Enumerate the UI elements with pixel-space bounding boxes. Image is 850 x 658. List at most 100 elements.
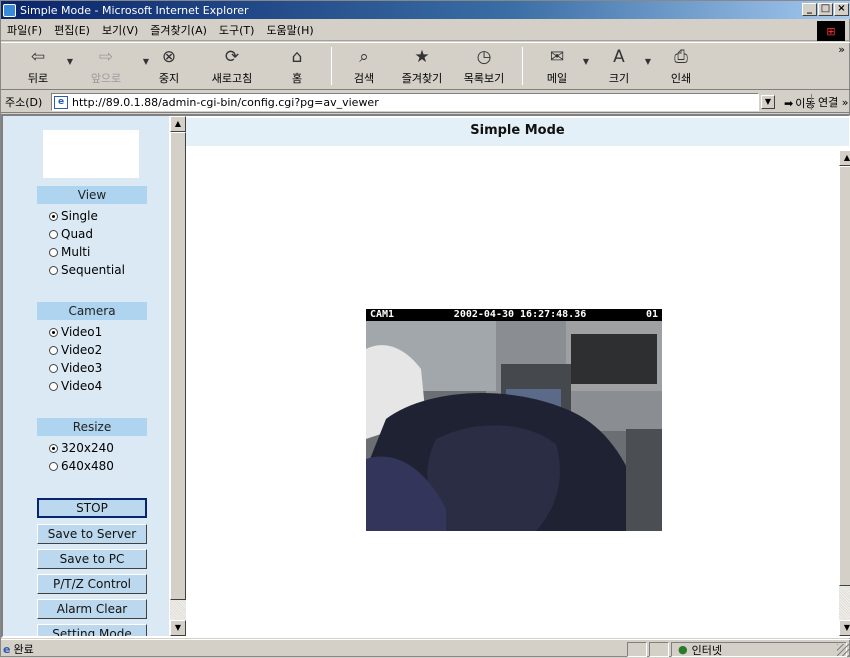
camera-video3-radio[interactable]: Video3 xyxy=(49,361,102,375)
camera-video[interactable]: CAM1 2002-04-30 16:27:48.36 01 xyxy=(366,309,662,531)
menu-edit[interactable]: 편집(E) xyxy=(54,22,90,38)
view-multi-radio[interactable]: Multi xyxy=(49,245,90,259)
scroll-thumb[interactable] xyxy=(839,166,850,586)
left-frame-scrollbar[interactable]: ▲ ▼ xyxy=(169,116,186,636)
forward-button[interactable]: ⇨ 앞으로 ▼ xyxy=(75,43,149,89)
resize-320-radio[interactable]: 320x240 xyxy=(49,441,114,455)
mail-button[interactable]: ✉ 메일 ▼ xyxy=(537,43,589,89)
go-arrow-icon: ➡ xyxy=(784,96,794,110)
menu-tools[interactable]: 도구(T) xyxy=(219,22,255,38)
video-overlay: CAM1 2002-04-30 16:27:48.36 01 xyxy=(366,309,662,321)
scroll-up-icon[interactable]: ▲ xyxy=(839,150,850,166)
home-icon: ⌂ xyxy=(291,47,303,67)
links-button[interactable]: 연결 » xyxy=(811,94,848,110)
address-input[interactable]: e http://89.0.1.88/admin-cgi-bin/config.… xyxy=(51,93,759,111)
radio-icon xyxy=(49,247,58,257)
video-frame-image xyxy=(366,309,662,531)
radio-selected-icon xyxy=(49,211,58,221)
resize-640-radio[interactable]: 640x480 xyxy=(49,459,114,473)
control-panel: View Single Quad Multi Sequential Camera… xyxy=(3,116,169,636)
back-dropdown-icon[interactable]: ▼ xyxy=(67,57,73,66)
window-title: Simple Mode - Microsoft Internet Explore… xyxy=(20,3,249,17)
favorites-icon: ★ xyxy=(414,47,430,67)
page-title: Simple Mode xyxy=(186,118,849,146)
radio-icon xyxy=(49,345,58,355)
title-bar[interactable]: Simple Mode - Microsoft Internet Explore… xyxy=(1,1,850,19)
radio-icon xyxy=(49,363,58,373)
radio-icon xyxy=(49,229,58,239)
video-timestamp: 2002-04-30 16:27:48.36 xyxy=(453,309,587,320)
home-button[interactable]: ⌂ 홈 xyxy=(277,43,317,89)
refresh-button[interactable]: ⟳ 새로고침 xyxy=(201,43,263,89)
page-icon: e xyxy=(54,95,68,109)
scroll-thumb[interactable] xyxy=(170,132,186,600)
size-dropdown-icon[interactable]: ▼ xyxy=(645,57,651,66)
scroll-track[interactable] xyxy=(170,600,186,620)
stop-icon: ⊗ xyxy=(161,47,177,67)
camera-video1-radio[interactable]: Video1 xyxy=(49,325,102,339)
address-bar: 주소(D) e http://89.0.1.88/admin-cgi-bin/c… xyxy=(1,91,850,113)
maximize-button[interactable]: □ xyxy=(818,3,833,16)
menu-view[interactable]: 보기(V) xyxy=(102,22,138,38)
page-content: View Single Quad Multi Sequential Camera… xyxy=(1,114,850,638)
refresh-icon: ⟳ xyxy=(224,47,240,67)
channel-number: 01 xyxy=(645,309,658,320)
toolbar-separator xyxy=(331,47,332,85)
viewer-frame: Simple Mode CAM1 2002-04-30 16:27:48.36 … xyxy=(186,116,850,636)
right-frame-scrollbar[interactable]: ▲ ▼ xyxy=(839,150,850,636)
back-arrow-icon: ⇦ xyxy=(30,47,46,67)
scroll-down-icon[interactable]: ▼ xyxy=(839,620,850,636)
menu-help[interactable]: 도움말(H) xyxy=(266,22,313,38)
minimize-button[interactable]: _ xyxy=(802,3,817,16)
windows-logo-icon: ⊞ xyxy=(817,21,845,41)
view-sequential-radio[interactable]: Sequential xyxy=(49,263,125,277)
scroll-track[interactable] xyxy=(839,586,850,620)
camera-label: CAM1 xyxy=(370,309,395,320)
back-button[interactable]: ⇦ 뒤로 ▼ xyxy=(15,43,73,89)
status-pane xyxy=(649,642,669,657)
radio-selected-icon xyxy=(49,327,58,337)
save-to-pc-button[interactable]: Save to PC xyxy=(37,549,147,569)
scroll-up-icon[interactable]: ▲ xyxy=(170,116,186,132)
camera-video4-radio[interactable]: Video4 xyxy=(49,379,102,393)
alarm-clear-button[interactable]: Alarm Clear xyxy=(37,599,147,619)
printer-icon: ⎙ xyxy=(674,47,688,67)
view-header: View xyxy=(37,186,147,204)
ptz-control-button[interactable]: P/T/Z Control xyxy=(37,574,147,594)
toolbar-more-chevron[interactable]: » xyxy=(838,43,845,56)
toolbar-separator xyxy=(522,47,523,85)
status-bar: e 완료 ● 인터넷 xyxy=(1,639,850,658)
view-single-radio[interactable]: Single xyxy=(49,209,98,223)
history-button[interactable]: ◷ 목록보기 xyxy=(456,43,512,89)
address-url[interactable]: http://89.0.1.88/admin-cgi-bin/config.cg… xyxy=(72,96,379,109)
ie-icon xyxy=(3,3,16,17)
globe-icon: ● xyxy=(678,643,688,656)
radio-icon xyxy=(49,461,58,471)
size-button[interactable]: A 크기 ▼ xyxy=(599,43,651,89)
address-dropdown-icon[interactable]: ▼ xyxy=(761,95,775,109)
address-label: 주소(D) xyxy=(5,95,43,109)
save-to-server-button[interactable]: Save to Server xyxy=(37,524,147,544)
stop-button[interactable]: STOP xyxy=(37,498,147,518)
logo-box xyxy=(43,130,139,178)
view-quad-radio[interactable]: Quad xyxy=(49,227,93,241)
camera-header: Camera xyxy=(37,302,147,320)
browser-window: Simple Mode - Microsoft Internet Explore… xyxy=(0,0,850,657)
camera-video2-radio[interactable]: Video2 xyxy=(49,343,102,357)
history-icon: ◷ xyxy=(476,47,492,67)
zone-text: 인터넷 xyxy=(691,643,722,657)
radio-icon xyxy=(49,381,58,391)
stop-button[interactable]: ⊗ 중지 xyxy=(149,43,189,89)
close-button[interactable]: × xyxy=(834,3,849,16)
menu-favorites[interactable]: 즐겨찾기(A) xyxy=(150,22,207,38)
print-button[interactable]: ⎙ 인쇄 xyxy=(661,43,701,89)
mail-icon: ✉ xyxy=(549,47,565,67)
setting-mode-button[interactable]: Setting Mode xyxy=(37,624,147,636)
resize-grip-icon[interactable] xyxy=(837,644,849,656)
search-button[interactable]: ⌕ 검색 xyxy=(344,43,384,89)
mail-dropdown-icon[interactable]: ▼ xyxy=(583,57,589,66)
menu-file[interactable]: 파일(F) xyxy=(7,22,42,38)
scroll-down-icon[interactable]: ▼ xyxy=(170,620,186,636)
favorites-button[interactable]: ★ 즐겨찾기 xyxy=(394,43,450,89)
zone-pane: ● 인터넷 xyxy=(671,642,847,657)
